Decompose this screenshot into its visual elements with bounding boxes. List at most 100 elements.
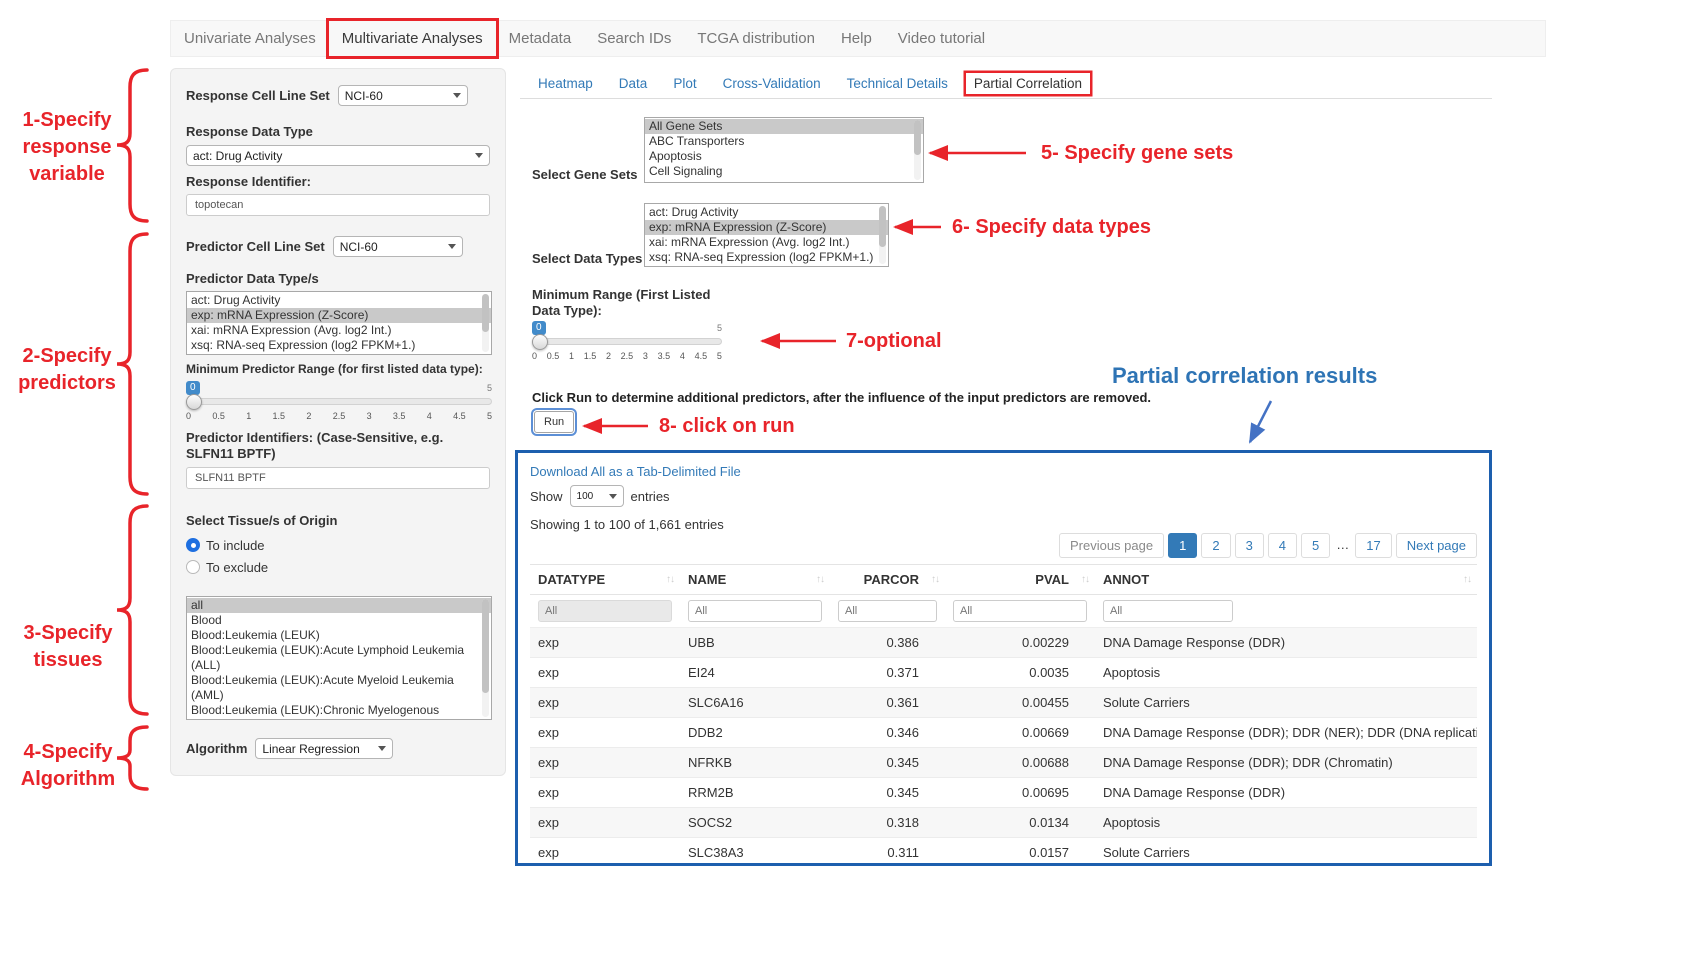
column-header-datatype[interactable]: DATATYPE↑↓ [530,565,680,595]
response-cell-line-set-select[interactable]: NCI-60 [338,85,468,106]
nav-item-univariate-analyses[interactable]: Univariate Analyses [171,21,329,56]
listbox-option-selected[interactable]: exp: mRNA Expression (Z-Score) [645,220,888,235]
listbox-option[interactable]: xsq: RNA-seq Expression (log2 FPKM+1.) [645,250,888,265]
nav-item-video-tutorial[interactable]: Video tutorial [885,21,998,56]
radio-button-checked[interactable] [186,538,200,552]
listbox-option[interactable]: ABC Transporters [645,134,923,149]
tab-partial-correlation[interactable]: Partial Correlation [966,73,1090,94]
page-button-2[interactable]: 2 [1201,533,1230,558]
column-header-annot[interactable]: ANNOT↑↓ [1095,565,1477,595]
table-row: exp RRM2B 0.345 0.00695 DNA Damage Respo… [530,778,1477,808]
annotation-results-title: Partial correlation results [1112,363,1377,389]
filter-annot-input[interactable] [1103,600,1233,622]
filter-parcor-input[interactable] [838,600,937,622]
listbox-option-selected[interactable]: exp: mRNA Expression (Z-Score) [187,308,491,323]
scrollbar-thumb[interactable] [482,294,489,332]
page-ellipsis: … [1334,533,1351,558]
listbox-option[interactable]: Cell Signaling [645,164,923,179]
listbox-option[interactable]: Blood:Leukemia (LEUK):Chronic Myelogenou… [187,703,491,720]
slider-track[interactable] [186,398,492,405]
radio-to-exclude[interactable]: To exclude [186,558,490,576]
cell-annot: Apoptosis [1095,808,1477,838]
listbox-option[interactable]: act: Drug Activity [187,293,491,308]
analysis-config-panel: Response Cell Line Set NCI-60 Response D… [170,68,506,776]
radio-to-include[interactable]: To include [186,536,490,554]
algorithm-label: Algorithm [186,741,247,757]
page-button-17[interactable]: 17 [1355,533,1391,558]
listbox-option[interactable]: act: Drug Activity [645,205,888,220]
min-range-slider[interactable]: 0 5 0 0.5 1 1.5 2 2.5 3 3.5 4 4.5 5 [532,321,722,362]
select-value: NCI-60 [340,240,378,254]
tissue-listbox[interactable]: all Blood Blood:Leukemia (LEUK) Blood:Le… [186,596,492,720]
radio-button-unchecked[interactable] [186,560,200,574]
scrollbar-thumb[interactable] [879,206,886,247]
listbox-option[interactable]: Blood:Leukemia (LEUK):Acute Myeloid Leuk… [187,673,491,703]
filter-pval-input[interactable] [953,600,1087,622]
scrollbar[interactable] [482,599,489,717]
radio-label: To exclude [206,560,268,575]
filter-name-input[interactable] [688,600,822,622]
scrollbar-thumb[interactable] [914,120,921,155]
nav-item-metadata[interactable]: Metadata [496,21,585,56]
slider-handle[interactable] [186,394,202,410]
response-data-type-select[interactable]: act: Drug Activity [186,145,490,166]
page-button-4[interactable]: 4 [1268,533,1297,558]
next-page-button[interactable]: Next page [1396,533,1477,558]
table-header-row: DATATYPE↑↓ NAME↑↓ PARCOR↑↓ PVAL↑↓ ANNOT↑… [530,565,1477,595]
tab-cross-validation[interactable]: Cross-Validation [715,73,829,94]
predictor-data-types-listbox[interactable]: act: Drug Activity exp: mRNA Expression … [186,291,492,355]
listbox-option-selected[interactable]: All Gene Sets [645,119,923,134]
tick: 4.5 [695,350,708,362]
download-all-link[interactable]: Download All as a Tab-Delimited File [530,464,741,479]
listbox-option[interactable]: xai: mRNA Expression (Avg. log2 Int.) [187,323,491,338]
gene-sets-listbox[interactable]: All Gene Sets ABC Transporters Apoptosis… [644,117,924,183]
slider-track[interactable] [532,338,722,345]
select-value: act: Drug Activity [193,149,282,163]
scrollbar[interactable] [914,120,921,180]
column-header-pval[interactable]: PVAL↑↓ [945,565,1095,595]
listbox-option[interactable]: Blood:Leukemia (LEUK) [187,628,491,643]
column-header-name[interactable]: NAME↑↓ [680,565,830,595]
listbox-option[interactable]: xai: mRNA Expression (Avg. log2 Int.) [645,235,888,250]
tab-technical-details[interactable]: Technical Details [839,73,956,94]
scrollbar-thumb[interactable] [482,599,489,693]
page-button-5[interactable]: 5 [1301,533,1330,558]
page-button-1[interactable]: 1 [1168,533,1197,558]
nav-item-multivariate-analyses[interactable]: Multivariate Analyses [329,21,496,56]
annotation-step6: 6- Specify data types [952,214,1151,241]
tab-heatmap[interactable]: Heatmap [530,73,601,94]
nav-item-help[interactable]: Help [828,21,885,56]
listbox-option[interactable]: xsq: RNA-seq Expression (log2 FPKM+1.) [187,338,491,353]
cellminer-multivariate-page: { "nav": { "items": ["Univariate Analyse… [0,0,1700,956]
algorithm-select[interactable]: Linear Regression [255,738,393,759]
listbox-option[interactable]: Blood [187,613,491,628]
filter-datatype-input[interactable] [538,600,672,622]
data-types-listbox[interactable]: act: Drug Activity exp: mRNA Expression … [644,203,889,267]
predictor-cell-line-set-select[interactable]: NCI-60 [333,236,463,257]
tab-data[interactable]: Data [611,73,656,94]
listbox-option[interactable]: Apoptosis [645,149,923,164]
nav-item-search-ids[interactable]: Search IDs [584,21,684,56]
previous-page-button[interactable]: Previous page [1059,533,1164,558]
min-predictor-range-slider[interactable]: 0 5 0 0.5 1 1.5 2 2.5 3 3.5 4 4.5 5 [186,381,492,422]
run-button[interactable]: Run [534,411,574,433]
annotation-step2: 2-Specify predictors [12,343,122,397]
tab-plot[interactable]: Plot [665,73,704,94]
predictor-identifiers-input[interactable] [186,467,490,489]
scrollbar[interactable] [482,294,489,352]
response-identifier-input[interactable] [186,194,490,216]
nav-item-tcga-distribution[interactable]: TCGA distribution [684,21,828,56]
sort-icon: ↑↓ [931,574,939,585]
page-button-3[interactable]: 3 [1235,533,1264,558]
listbox-option[interactable]: Blood:Leukemia (LEUK):Acute Lymphoid Leu… [187,643,491,673]
run-instruction-text: Click Run to determine additional predic… [532,390,1492,405]
show-entries-select[interactable]: 100 [570,485,624,507]
cell-name: SLC38A3 [680,838,830,867]
listbox-option-selected[interactable]: all [187,598,491,613]
column-header-parcor[interactable]: PARCOR↑↓ [830,565,945,595]
slider-handle[interactable] [532,334,548,350]
cell-name: RRM2B [680,778,830,808]
partial-correlation-results-panel: Download All as a Tab-Delimited File Sho… [515,450,1492,866]
scrollbar[interactable] [879,206,886,264]
cell-parcor: 0.311 [830,838,945,867]
